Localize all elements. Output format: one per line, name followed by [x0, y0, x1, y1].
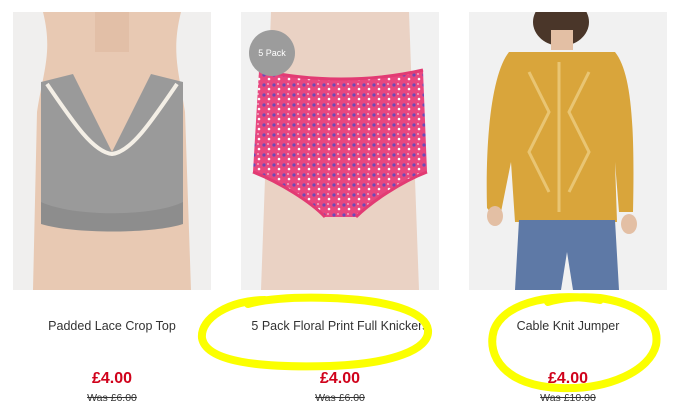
product-image[interactable]: [13, 12, 211, 290]
product-was-price: Was £6.00: [315, 392, 365, 404]
product-image[interactable]: [469, 12, 667, 290]
product-image[interactable]: 5 Pack: [241, 12, 439, 290]
product-name[interactable]: Cable Knit Jumper: [459, 317, 677, 335]
pack-badge: 5 Pack: [249, 30, 295, 76]
product-was-price: Was £10.00: [540, 392, 596, 404]
product-price: £4.00: [547, 370, 589, 387]
product-name[interactable]: Padded Lace Crop Top: [3, 317, 221, 335]
product-price: £4.00: [91, 370, 133, 387]
product-name[interactable]: 5 Pack Floral Print Full Knickers: [231, 317, 449, 335]
product-was-price: Was £6.00: [87, 392, 137, 404]
product-price: £4.00: [319, 370, 361, 387]
